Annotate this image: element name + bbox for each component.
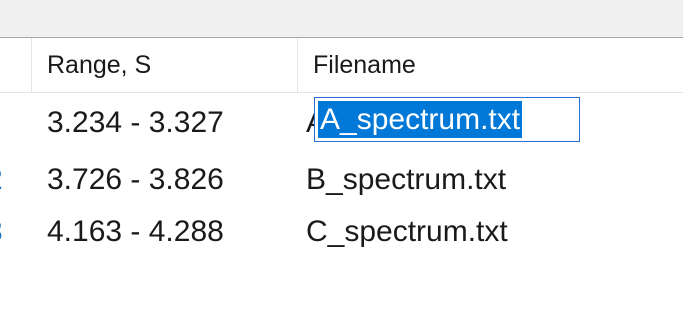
filename-edit-field[interactable]: A_spectrum.txt <box>314 97 580 142</box>
table-row[interactable]: 3.234 - 3.327 A A_spectrum.txt <box>0 94 683 151</box>
file-list-grid[interactable]: Range, S Filename 3.234 - 3.327 A A_spec… <box>0 0 683 311</box>
column-header-filename[interactable]: Filename <box>313 38 683 92</box>
range-cell: 3.726 - 3.826 <box>47 162 224 196</box>
column-header-range[interactable]: Range, S <box>47 38 297 92</box>
table-row[interactable]: 2 3.726 - 3.826 B_spectrum.txt <box>0 151 683 208</box>
filename-cell: B_spectrum.txt <box>306 162 507 196</box>
selected-text[interactable]: A_spectrum.txt <box>318 101 523 138</box>
column-header-row: Range, S Filename <box>0 37 683 93</box>
table-row[interactable]: 3 4.163 - 4.288 C_spectrum.txt <box>0 203 683 260</box>
column-separator[interactable] <box>297 38 298 92</box>
top-strip <box>0 0 683 37</box>
row-index-fragment: 3 <box>0 203 8 260</box>
filename-cell: C_spectrum.txt <box>306 214 508 248</box>
column-separator[interactable] <box>31 38 32 92</box>
row-index-fragment: 2 <box>0 151 8 208</box>
range-cell: 4.163 - 4.288 <box>47 214 224 248</box>
range-cell: 3.234 - 3.327 <box>47 105 224 139</box>
